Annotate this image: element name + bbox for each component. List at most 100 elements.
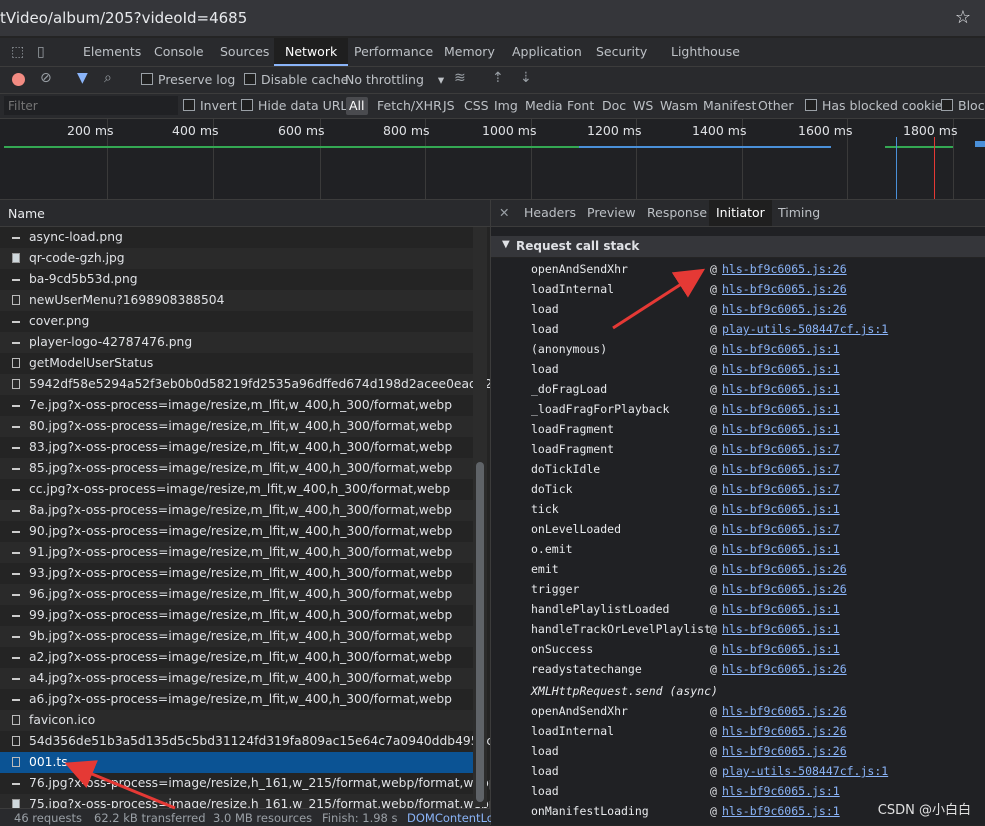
source-link[interactable]: hls-bf9c6065.js:1: [722, 639, 840, 659]
call-stack-header[interactable]: ▼ Request call stack: [491, 236, 985, 257]
tab-lighthouse[interactable]: Lighthouse: [671, 38, 740, 66]
request-row[interactable]: ba-9cd5b53d.png: [0, 269, 473, 290]
filter-input[interactable]: [4, 96, 178, 115]
request-row[interactable]: 54d356de51b3a5d135d5c5bd31124fd319fa809a…: [0, 731, 490, 752]
source-link[interactable]: hls-bf9c6065.js:1: [722, 499, 840, 519]
request-row[interactable]: a6.jpg?x-oss-process=image/resize,m_lfit…: [0, 689, 473, 710]
tab-network[interactable]: Network: [274, 38, 349, 66]
request-row[interactable]: 90.jpg?x-oss-process=image/resize,m_lfit…: [0, 521, 473, 542]
request-row[interactable]: cc.jpg?x-oss-process=image/resize,m_lfit…: [0, 479, 473, 500]
address-bar[interactable]: tVideo/album/205?videoId=4685 ☆: [0, 0, 985, 36]
blocked-requests-checkbox[interactable]: Block: [941, 94, 985, 118]
source-link[interactable]: hls-bf9c6065.js:26: [722, 279, 847, 299]
source-link[interactable]: hls-bf9c6065.js:26: [722, 701, 847, 721]
source-link[interactable]: hls-bf9c6065.js:1: [722, 399, 840, 419]
source-link[interactable]: hls-bf9c6065.js:1: [722, 539, 840, 559]
scrollbar-thumb[interactable]: [476, 462, 484, 802]
tab-performance[interactable]: Performance: [354, 38, 433, 66]
source-link[interactable]: hls-bf9c6065.js:7: [722, 459, 840, 479]
preserve-log-checkbox[interactable]: Preserve log: [141, 67, 235, 93]
request-row[interactable]: 5942df58e5294a52f3eb0b0d58219fd2535a96df…: [0, 374, 490, 395]
expand-triangle-icon[interactable]: ▼: [502, 239, 510, 250]
request-row[interactable]: 99.jpg?x-oss-process=image/resize,m_lfit…: [0, 605, 473, 626]
search-icon[interactable]: ⌕: [104, 70, 112, 86]
url-text[interactable]: tVideo/album/205?videoId=4685: [0, 9, 247, 27]
request-list-header[interactable]: Name: [0, 200, 490, 227]
request-row[interactable]: 91.jpg?x-oss-process=image/resize,m_lfit…: [0, 542, 473, 563]
request-row[interactable]: 80.jpg?x-oss-process=image/resize,m_lfit…: [0, 416, 473, 437]
type-filter-font[interactable]: Font: [567, 94, 594, 118]
request-row[interactable]: cover.png: [0, 311, 473, 332]
request-row[interactable]: 85.jpg?x-oss-process=image/resize,m_lfit…: [0, 458, 473, 479]
source-link[interactable]: hls-bf9c6065.js:26: [722, 259, 847, 279]
name-column-header[interactable]: Name: [8, 206, 45, 221]
type-filter-css[interactable]: CSS: [464, 94, 489, 118]
request-row[interactable]: newUserMenu?1698908388504: [0, 290, 473, 311]
request-row[interactable]: a4.jpg?x-oss-process=image/resize,m_lfit…: [0, 668, 473, 689]
type-filter-doc[interactable]: Doc: [602, 94, 626, 118]
type-filter-wasm[interactable]: Wasm: [660, 94, 698, 118]
source-link[interactable]: hls-bf9c6065.js:26: [722, 721, 847, 741]
request-row[interactable]: async-load.png: [0, 227, 473, 248]
type-filter-media[interactable]: Media: [525, 94, 563, 118]
tab-timing[interactable]: Timing: [778, 200, 820, 226]
type-filter-js[interactable]: JS: [443, 94, 455, 118]
tab-application[interactable]: Application: [512, 38, 582, 66]
request-row[interactable]: 7e.jpg?x-oss-process=image/resize,m_lfit…: [0, 395, 473, 416]
request-row[interactable]: 96.jpg?x-oss-process=image/resize,m_lfit…: [0, 584, 473, 605]
source-link[interactable]: hls-bf9c6065.js:1: [722, 599, 840, 619]
inspect-element-icon[interactable]: ⬚: [11, 44, 24, 60]
tab-console[interactable]: Console: [154, 38, 204, 66]
source-link[interactable]: hls-bf9c6065.js:1: [722, 419, 840, 439]
throttling-select[interactable]: No throttling ▾: [345, 67, 444, 93]
source-link[interactable]: play-utils-508447cf.js:1: [722, 761, 888, 781]
disable-cache-checkbox[interactable]: Disable cache: [244, 67, 348, 93]
request-row[interactable]: 8a.jpg?x-oss-process=image/resize,m_lfit…: [0, 500, 473, 521]
request-row[interactable]: player-logo-42787476.png: [0, 332, 473, 353]
tab-memory[interactable]: Memory: [444, 38, 495, 66]
request-row[interactable]: qr-code-gzh.jpg: [0, 248, 473, 269]
record-icon[interactable]: [12, 73, 25, 86]
hide-data-urls-checkbox[interactable]: Hide data URLs: [241, 94, 354, 118]
request-row[interactable]: 93.jpg?x-oss-process=image/resize,m_lfit…: [0, 563, 473, 584]
request-row[interactable]: 76.jpg?x-oss-process=image/resize,h_161,…: [0, 773, 490, 794]
type-filter-fetch-xhr[interactable]: Fetch/XHR: [377, 94, 442, 118]
request-row[interactable]: favicon.ico: [0, 710, 473, 731]
request-row[interactable]: 9b.jpg?x-oss-process=image/resize,m_lfit…: [0, 626, 473, 647]
tab-security[interactable]: Security: [596, 38, 647, 66]
export-har-icon[interactable]: ⇣: [520, 70, 532, 86]
source-link[interactable]: hls-bf9c6065.js:26: [722, 741, 847, 761]
timeline-overview[interactable]: 200 ms 400 ms 600 ms 800 ms 1000 ms 1200…: [0, 119, 985, 200]
source-link[interactable]: hls-bf9c6065.js:26: [722, 299, 847, 319]
request-row[interactable]: getModelUserStatus: [0, 353, 473, 374]
source-link[interactable]: hls-bf9c6065.js:7: [722, 439, 840, 459]
source-link[interactable]: hls-bf9c6065.js:1: [722, 359, 840, 379]
tab-preview[interactable]: Preview: [587, 200, 636, 226]
source-link[interactable]: hls-bf9c6065.js:26: [722, 659, 847, 679]
tab-headers[interactable]: Headers: [524, 200, 576, 226]
source-link[interactable]: hls-bf9c6065.js:7: [722, 479, 840, 499]
type-filter-manifest[interactable]: Manifest: [703, 94, 756, 118]
tab-response[interactable]: Response: [647, 200, 707, 226]
type-filter-ws[interactable]: WS: [633, 94, 653, 118]
source-link[interactable]: hls-bf9c6065.js:1: [722, 781, 840, 801]
bookmark-star-icon[interactable]: ☆: [955, 7, 971, 28]
source-link[interactable]: play-utils-508447cf.js:1: [722, 319, 888, 339]
request-list-scrollbar[interactable]: [473, 227, 487, 807]
request-row[interactable]: 001.ts: [0, 752, 473, 773]
network-conditions-icon[interactable]: ≋: [454, 70, 466, 86]
source-link[interactable]: hls-bf9c6065.js:26: [722, 579, 847, 599]
type-filter-img[interactable]: Img: [494, 94, 518, 118]
source-link[interactable]: hls-bf9c6065.js:1: [722, 339, 840, 359]
import-har-icon[interactable]: ⇡: [492, 70, 504, 86]
source-link[interactable]: hls-bf9c6065.js:1: [722, 379, 840, 399]
type-filter-other[interactable]: Other: [758, 94, 794, 118]
source-link[interactable]: hls-bf9c6065.js:7: [722, 519, 840, 539]
tab-elements[interactable]: Elements: [83, 38, 141, 66]
source-link[interactable]: hls-bf9c6065.js:1: [722, 801, 840, 821]
request-row[interactable]: a2.jpg?x-oss-process=image/resize,m_lfit…: [0, 647, 473, 668]
source-link[interactable]: hls-bf9c6065.js:1: [722, 619, 840, 639]
blocked-cookies-checkbox[interactable]: Has blocked cookies: [805, 94, 949, 118]
request-row[interactable]: 83.jpg?x-oss-process=image/resize,m_lfit…: [0, 437, 473, 458]
filter-icon[interactable]: ▼: [77, 70, 88, 86]
